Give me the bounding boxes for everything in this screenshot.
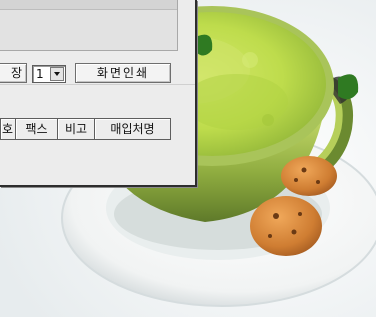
column-header-note[interactable]: 비고 bbox=[58, 118, 95, 140]
table-header: 호 팩스 비고 매입처명 bbox=[0, 118, 171, 140]
column-header-fax[interactable]: 팩스 bbox=[16, 118, 58, 140]
dialog-title-strip bbox=[0, 0, 177, 10]
chevron-down-icon[interactable] bbox=[50, 67, 64, 81]
page-number-select[interactable]: 1 bbox=[32, 65, 66, 83]
save-button[interactable]: 장 bbox=[0, 63, 27, 83]
print-screen-button[interactable]: 화면인쇄 bbox=[75, 63, 171, 83]
column-header-number[interactable]: 호 bbox=[0, 118, 16, 140]
column-header-vendor[interactable]: 매입처명 bbox=[95, 118, 171, 140]
divider bbox=[0, 84, 195, 85]
dialog-top-panel bbox=[0, 0, 178, 51]
page-number-value: 1 bbox=[36, 67, 44, 81]
print-dialog: 장 1 화면인쇄 호 팩스 비고 매입처명 bbox=[0, 0, 197, 187]
